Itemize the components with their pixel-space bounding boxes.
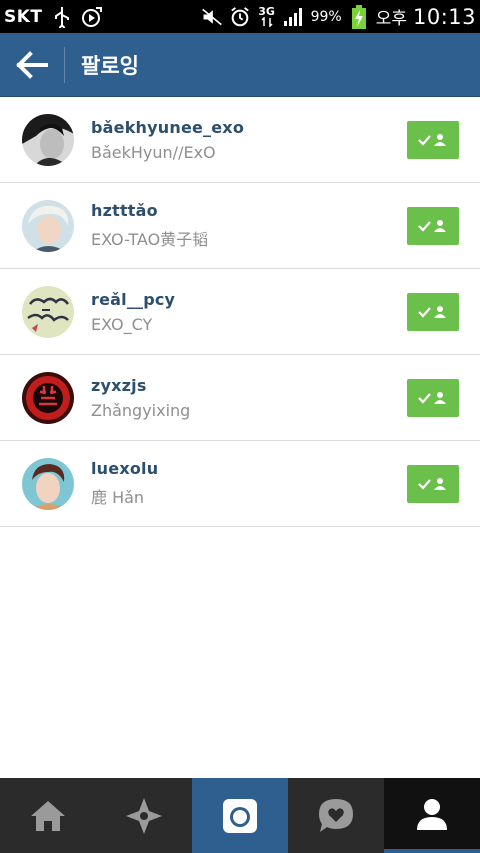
nav-news[interactable] <box>288 778 384 853</box>
app-header: 팔로잉 <box>0 33 480 97</box>
username[interactable]: luexolu <box>91 459 407 478</box>
username[interactable]: hztttǎo <box>91 201 407 220</box>
full-name: EXO-TAO黄子韬 <box>91 230 209 249</box>
following-list: bǎekhyunee_exo BǎekHyun//ExO hztttǎo EXO… <box>0 97 480 527</box>
explore-icon <box>126 797 162 834</box>
battery-charging-icon <box>348 4 370 29</box>
mute-icon <box>201 6 223 28</box>
clock: 10:13 <box>412 4 476 29</box>
nav-camera[interactable] <box>192 778 288 853</box>
ampm-label: 오후 <box>375 9 407 29</box>
camera-icon <box>223 798 257 833</box>
avatar[interactable] <box>22 199 74 252</box>
home-icon <box>31 800 65 831</box>
following-check-user-icon <box>418 219 446 232</box>
back-button[interactable] <box>0 33 64 96</box>
following-button[interactable] <box>407 378 459 417</box>
avatar[interactable] <box>22 457 74 510</box>
status-bar: SKT 3G 99% 오후 10:13 <box>0 0 480 33</box>
battery-percent: 99% <box>310 8 342 25</box>
usb-icon <box>51 6 73 28</box>
following-check-user-icon <box>418 133 446 146</box>
nav-home[interactable] <box>0 778 96 853</box>
following-button[interactable] <box>407 120 459 159</box>
following-screen: SKT 3G 99% 오후 10:13 팔로잉 bǎekhyunee_exo B… <box>0 0 480 853</box>
full-name: EXO_CY <box>91 314 153 334</box>
following-button[interactable] <box>407 464 459 503</box>
list-item[interactable]: bǎekhyunee_exo BǎekHyun//ExO <box>0 97 480 183</box>
username[interactable]: zyxzjs <box>91 376 407 395</box>
signal-icon <box>283 6 305 28</box>
full-name: BǎekHyun//ExO <box>91 142 216 162</box>
nav-profile[interactable] <box>384 778 480 853</box>
bottom-nav <box>0 778 480 853</box>
list-item[interactable]: zyxzjs Zhǎngyixing <box>0 355 480 441</box>
header-divider <box>64 46 65 83</box>
carrier-label: SKT <box>4 6 43 27</box>
following-button[interactable] <box>407 292 459 331</box>
following-button[interactable] <box>407 206 459 245</box>
list-item[interactable]: hztttǎo EXO-TAO黄子韬 <box>0 183 480 269</box>
avatar[interactable] <box>22 371 74 424</box>
avatar[interactable] <box>22 285 74 338</box>
nav-explore[interactable] <box>96 778 192 853</box>
avatar[interactable] <box>22 113 74 166</box>
back-arrow-icon <box>16 50 48 79</box>
full-name: 鹿 Hǎn <box>91 488 145 507</box>
following-check-user-icon <box>418 391 446 404</box>
full-name: Zhǎngyixing <box>91 400 191 420</box>
network-label: 3G <box>258 5 275 18</box>
media-icon <box>81 6 103 28</box>
username[interactable]: bǎekhyunee_exo <box>91 118 407 137</box>
following-check-user-icon <box>418 477 446 490</box>
profile-icon <box>417 798 447 830</box>
list-item[interactable]: reǎl__pcy EXO_CY <box>0 269 480 355</box>
alarm-icon <box>229 6 251 28</box>
username[interactable]: reǎl__pcy <box>91 290 407 309</box>
network-type: 3G <box>257 6 277 28</box>
list-item[interactable]: luexolu 鹿 Hǎn <box>0 441 480 527</box>
page-title: 팔로잉 <box>81 53 139 78</box>
following-check-user-icon <box>418 305 446 318</box>
news-icon <box>319 798 353 832</box>
